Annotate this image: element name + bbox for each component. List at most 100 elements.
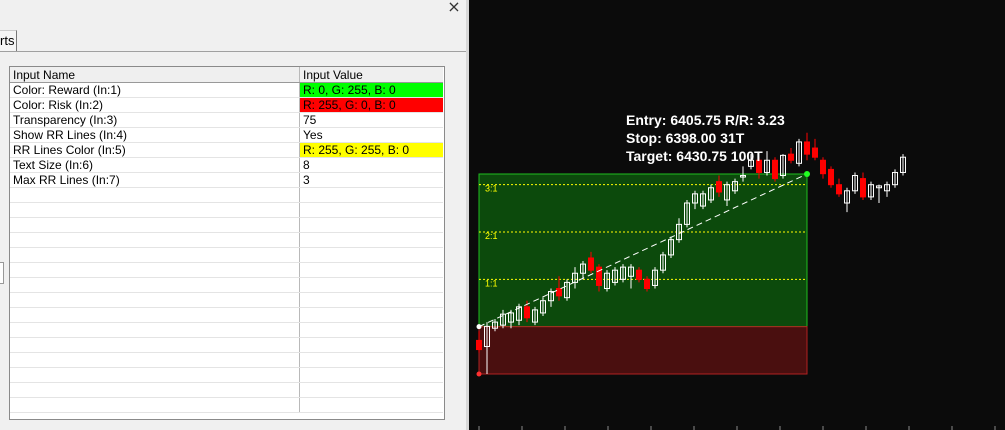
empty-cell [299, 277, 443, 293]
info-stop-text: Stop: 6398.00 31T [626, 130, 745, 146]
header-row: Input Name Input Value [10, 67, 443, 83]
input-row[interactable]: Text Size (In:6) 8 [10, 157, 443, 173]
candle-body [804, 141, 810, 155]
input-value-cell[interactable]: R: 0, G: 255, B: 0 [299, 82, 443, 98]
candle-body [716, 181, 722, 193]
candle-body [828, 168, 834, 186]
empty-row [10, 247, 443, 263]
input-row[interactable]: Show RR Lines (In:4) Yes [10, 127, 443, 143]
candle-body [556, 288, 562, 297]
side-panel-stub [0, 262, 4, 284]
input-row[interactable]: Color: Risk (In:2) R: 255, G: 0, B: 0 [10, 97, 443, 113]
empty-row [10, 352, 443, 368]
candle-body [812, 147, 818, 158]
input-value-cell[interactable]: R: 255, G: 255, B: 0 [299, 142, 443, 158]
tab-inputs[interactable]: rts [0, 30, 18, 51]
empty-cell [10, 262, 300, 278]
input-name-cell: Show RR Lines (In:4) [10, 127, 300, 143]
target-marker [804, 171, 810, 177]
empty-cell [299, 187, 443, 203]
empty-cell [299, 292, 443, 308]
empty-cell [299, 217, 443, 233]
empty-row [10, 337, 443, 353]
candle-body [636, 269, 642, 280]
empty-row [10, 307, 443, 323]
entry-marker [476, 324, 482, 330]
column-header-value[interactable]: Input Value [299, 67, 443, 83]
empty-cell [10, 337, 300, 353]
inputs-grid: Input Name Input Value Color: Reward (In… [9, 66, 445, 420]
empty-cell [299, 232, 443, 248]
candle-body [588, 257, 594, 271]
empty-cell [299, 352, 443, 368]
input-name-cell: Max RR Lines (In:7) [10, 172, 300, 188]
empty-cell [10, 232, 300, 248]
column-header-name[interactable]: Input Name [10, 67, 300, 83]
empty-cell [299, 202, 443, 218]
info-entry-text: Entry: 6405.75 R/R: 3.23 [626, 112, 785, 128]
input-name-cell: Color: Risk (In:2) [10, 97, 300, 113]
inputs-table: Input Name Input Value Color: Reward (In… [10, 67, 443, 413]
input-name-cell: Text Size (In:6) [10, 157, 300, 173]
empty-cell [10, 202, 300, 218]
inputs-dialog: × rts Input Name Input Value Color: Rewa… [0, 0, 466, 430]
input-value-cell[interactable]: Yes [299, 127, 443, 143]
empty-cell [299, 337, 443, 353]
candle-body [788, 153, 794, 161]
empty-row [10, 217, 443, 233]
input-row[interactable]: Color: Reward (In:1) R: 0, G: 255, B: 0 [10, 82, 443, 98]
close-icon[interactable]: × [444, 0, 464, 16]
empty-row [10, 367, 443, 383]
rr-label-1: 1:1 [485, 278, 498, 288]
empty-cell [299, 322, 443, 338]
empty-cell [10, 352, 300, 368]
empty-cell [10, 382, 300, 398]
empty-cell [299, 382, 443, 398]
empty-cell [10, 292, 300, 308]
empty-cell [10, 307, 300, 323]
input-name-cell: RR Lines Color (In:5) [10, 142, 300, 158]
input-name-cell: Transparency (In:3) [10, 112, 300, 128]
input-value-cell[interactable]: 75 [299, 112, 443, 128]
empty-row [10, 292, 443, 308]
input-value-cell[interactable]: R: 255, G: 0, B: 0 [299, 97, 443, 113]
empty-row [10, 382, 443, 398]
empty-row [10, 322, 443, 338]
empty-cell [10, 397, 300, 413]
tab-divider [0, 51, 466, 52]
empty-row [10, 277, 443, 293]
rr-label-2: 2:1 [485, 231, 498, 241]
input-row[interactable]: RR Lines Color (In:5) R: 255, G: 255, B: … [10, 142, 443, 158]
input-value-cell[interactable]: 8 [299, 157, 443, 173]
empty-cell [299, 397, 443, 413]
candle-body [820, 159, 826, 175]
empty-cell [299, 262, 443, 278]
empty-cell [10, 217, 300, 233]
candle-body [860, 178, 866, 198]
stop-marker [476, 371, 482, 377]
risk-zone [478, 326, 808, 375]
info-target-text: Target: 6430.75 100T [626, 148, 763, 164]
empty-cell [10, 277, 300, 293]
input-row[interactable]: Transparency (In:3) 75 [10, 112, 443, 128]
candle-body [836, 184, 842, 195]
empty-cell [299, 367, 443, 383]
candle-body [524, 306, 530, 319]
empty-row [10, 262, 443, 278]
rr-label-3: 3:1 [485, 184, 498, 194]
empty-cell [10, 247, 300, 263]
empty-row [10, 397, 443, 413]
empty-row [10, 202, 443, 218]
input-name-cell: Color: Reward (In:1) [10, 82, 300, 98]
candle-body [644, 278, 650, 290]
empty-cell [299, 247, 443, 263]
empty-cell [10, 322, 300, 338]
input-value-cell[interactable]: 3 [299, 172, 443, 188]
empty-cell [10, 367, 300, 383]
candle-body [772, 159, 778, 180]
empty-cell [10, 187, 300, 203]
empty-cell [299, 307, 443, 323]
input-row[interactable]: Max RR Lines (In:7) 3 [10, 172, 443, 188]
candle-body [476, 339, 482, 351]
price-chart[interactable]: 3:1 2:1 1:1 Entry: 6405.75 R/R: 3.23 Stop:… [469, 0, 1005, 430]
